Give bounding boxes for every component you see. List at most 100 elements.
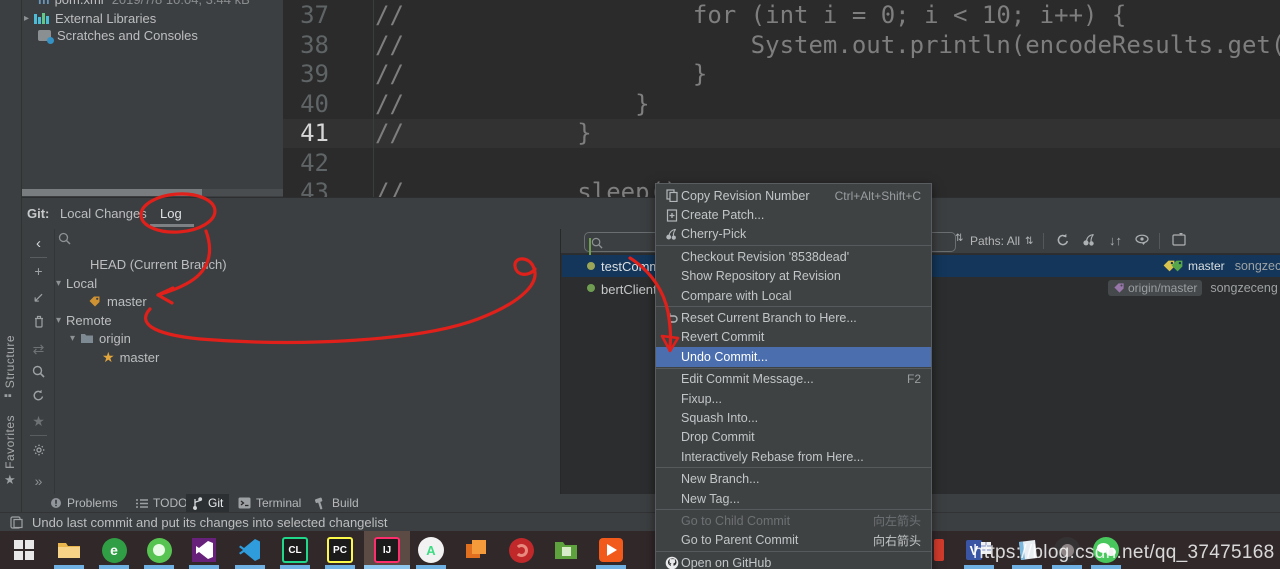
pycharm-icon[interactable]: PC [326,536,354,564]
green-ring-app-icon[interactable] [145,536,173,564]
chevron-down-icon[interactable]: ▾ [56,315,61,326]
problems-label: Problems [67,496,118,510]
menu-item-reset-branch[interactable]: Reset Current Branch to Here... [656,308,931,327]
stripe-favorites-button[interactable]: Favorites [3,415,17,469]
vscode-icon[interactable] [236,536,264,564]
more-chevrons-icon[interactable]: » [22,473,55,489]
green-folder-app-icon[interactable] [552,536,580,564]
branch-filter-search-icon[interactable] [58,232,78,245]
project-item-external-libraries[interactable]: ▸ External Libraries [22,10,283,27]
problems-button[interactable]: Problems [44,494,124,512]
menu-item-revert-commit[interactable]: Revert Commit [656,328,931,347]
project-item-pom[interactable]: m pom.xml 2019/7/8 10:04, 3.44 kB [22,0,283,8]
refresh-icon[interactable] [22,389,55,402]
tag-icon [1114,283,1124,293]
origin-master-label: master [119,349,160,365]
tree-item-local[interactable]: ▾ Local [56,274,97,292]
menu-label: Go to Parent Commit [681,533,799,548]
paths-caret-icon[interactable]: ⇅ [1025,236,1033,247]
commit-refs: master songzeceng [1162,259,1280,273]
git-button[interactable]: Git [186,494,230,512]
todo-icon [136,498,148,508]
menu-item-interactive-rebase[interactable]: Interactively Rebase from Here... [656,447,931,466]
star-icon: ★ [102,348,115,365]
code-editor[interactable]: 37 // for (int i = 0; i < 10; i++) { 38 //… [283,0,1280,197]
menu-shortcut: 向右箭头 [872,533,921,548]
settings-gear-icon[interactable] [22,443,55,457]
project-item-scratches[interactable]: Scratches and Consoles [22,27,283,44]
menu-item-new-tag[interactable]: New Tag... [656,489,931,508]
tree-item-head[interactable]: HEAD (Current Branch) [90,255,227,273]
delete-icon[interactable] [22,315,55,328]
menu-item-open-on-github[interactable]: Open on GitHub [656,553,931,569]
stripe-structure-button[interactable]: Structure [3,335,17,388]
search-icon[interactable] [22,365,55,378]
open-in-new-window-icon[interactable] [1172,233,1187,246]
partial-hidden-app-icon[interactable] [933,536,945,564]
menu-item-checkout-revision[interactable]: Checkout Revision '8538dead' [656,247,931,266]
menu-item-copy-revision[interactable]: Copy Revision Number Ctrl+Alt+Shift+C [656,186,931,205]
paths-filter[interactable]: Paths: All [970,234,1020,248]
file-explorer-icon[interactable] [55,536,83,564]
running-indicator [325,565,355,569]
tree-item-remote[interactable]: ▾ Remote [56,311,112,329]
structure-icon: ▪▪ [4,390,12,402]
checkout-arrow-icon[interactable]: ↙ [22,289,55,306]
code-line: // for (int i = 0; i < 10; i++) { [375,1,1127,29]
intellij-idea-icon[interactable]: IJ [373,536,401,564]
menu-item-undo-commit[interactable]: Undo Commit... [656,347,931,367]
start-button[interactable] [10,536,38,564]
orange-media-app-icon[interactable] [597,536,625,564]
orange-squares-app-icon[interactable] [462,536,490,564]
project-hscrollbar-thumb[interactable] [22,189,202,196]
sort-icon[interactable]: ↓↑ [1109,233,1122,248]
build-button[interactable]: Build [308,494,365,512]
commit-author: songzeceng [1210,281,1278,295]
build-label: Build [332,496,359,510]
preview-eye-icon[interactable] [1134,233,1150,247]
tab-log-indicator [150,224,194,227]
menu-item-fixup[interactable]: Fixup... [656,389,931,408]
menu-item-create-patch[interactable]: Create Patch... [656,205,931,224]
tree-item-origin-master[interactable]: ★ master [102,348,159,366]
chevron-right-icon[interactable]: ▸ [24,13,29,24]
chevron-down-icon[interactable]: ▾ [70,333,75,344]
snail-app-icon[interactable] [507,536,535,564]
menu-item-show-repository[interactable]: Show Repository at Revision [656,267,931,286]
menu-item-edit-commit-message[interactable]: Edit Commit Message... F2 [656,370,931,389]
hidden-filter-caret-icon[interactable]: ⇅ [955,233,963,244]
menu-label: Squash Into... [681,410,759,425]
android-studio-icon[interactable]: A [417,536,445,564]
tree-item-origin[interactable]: ▾ origin [70,329,131,347]
line-number: 43 [300,178,329,197]
visual-studio-icon[interactable] [190,536,218,564]
tab-log[interactable]: Log [160,206,182,221]
code-line: // sleep(); [375,178,693,197]
code-line: // System.out.println(encodeResults.get(… [375,30,1280,59]
menu-item-go-to-parent-commit[interactable]: Go to Parent Commit 向右箭头 [656,531,931,550]
tree-item-local-master[interactable]: master [88,292,147,310]
menu-item-compare-with-local[interactable]: Compare with Local [656,286,931,305]
add-icon[interactable]: + [22,263,55,279]
menu-item-new-branch[interactable]: New Branch... [656,469,931,488]
menu-item-cherry-pick[interactable]: Cherry-Pick [656,225,931,244]
terminal-button[interactable]: Terminal [232,494,307,512]
code-line: // } [375,119,592,147]
chevron-down-icon[interactable]: ▾ [56,278,61,289]
commit-node-icon [587,262,595,270]
clion-icon[interactable]: CL [281,536,309,564]
collapse-icon[interactable]: ‹ [22,235,55,252]
todo-button[interactable]: TODO [130,494,193,512]
menu-separator [656,306,931,308]
refresh-icon[interactable] [1056,233,1070,247]
cherry-pick-icon[interactable] [1082,233,1096,247]
compare-arrows-icon[interactable]: ⇄ [22,341,55,358]
evernote-icon[interactable]: e [100,536,128,564]
menu-item-drop-commit[interactable]: Drop Commit [656,428,931,447]
code-line: // } [375,89,650,118]
menu-label: Fixup... [681,391,722,406]
menu-item-squash-into[interactable]: Squash Into... [656,408,931,427]
tab-local-changes[interactable]: Local Changes [60,206,147,221]
star-icon[interactable]: ★ [22,413,55,430]
running-indicator-active [364,565,410,569]
